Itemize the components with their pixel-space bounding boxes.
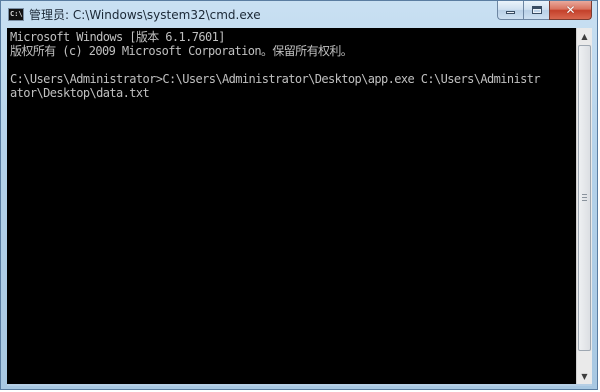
title-bar[interactable]: C:\ 管理员: C:\Windows\system32\cmd.exe ✕: [1, 1, 597, 28]
close-button[interactable]: ✕: [549, 1, 592, 20]
close-icon: ✕: [565, 3, 576, 17]
vertical-scrollbar[interactable]: ▲ ▼: [576, 28, 592, 384]
console-line: C:\Users\Administrator>C:\Users\Administ…: [10, 72, 541, 86]
window-title: 管理员: C:\Windows\system32\cmd.exe: [29, 8, 261, 22]
scroll-down-button[interactable]: ▼: [577, 368, 592, 384]
console-line: Microsoft Windows [版本 6.1.7601]: [10, 30, 226, 44]
scroll-up-button[interactable]: ▲: [577, 28, 592, 44]
window-bottom-edge: [7, 384, 592, 386]
arrow-up-icon: ▲: [581, 31, 588, 41]
arrow-down-icon: ▼: [581, 371, 588, 381]
console-line: 版权所有 (c) 2009 Microsoft Corporation。保留所有…: [10, 44, 353, 58]
cmd-window: C:\ 管理员: C:\Windows\system32\cmd.exe ✕ M…: [0, 0, 598, 390]
console-output[interactable]: Microsoft Windows [版本 6.1.7601] 版权所有 (c)…: [7, 28, 576, 384]
grip-line: [582, 194, 587, 195]
maximize-icon: [531, 6, 542, 14]
console-line: ator\Desktop\data.txt: [10, 86, 150, 100]
window-controls: ✕: [497, 1, 592, 21]
cmd-app-icon[interactable]: C:\: [8, 8, 24, 21]
grip-line: [582, 200, 587, 201]
scroll-thumb[interactable]: [578, 45, 591, 351]
maximize-button[interactable]: [523, 1, 549, 20]
minimize-button[interactable]: [497, 1, 523, 20]
minimize-icon: [506, 11, 515, 14]
grip-line: [582, 197, 587, 198]
